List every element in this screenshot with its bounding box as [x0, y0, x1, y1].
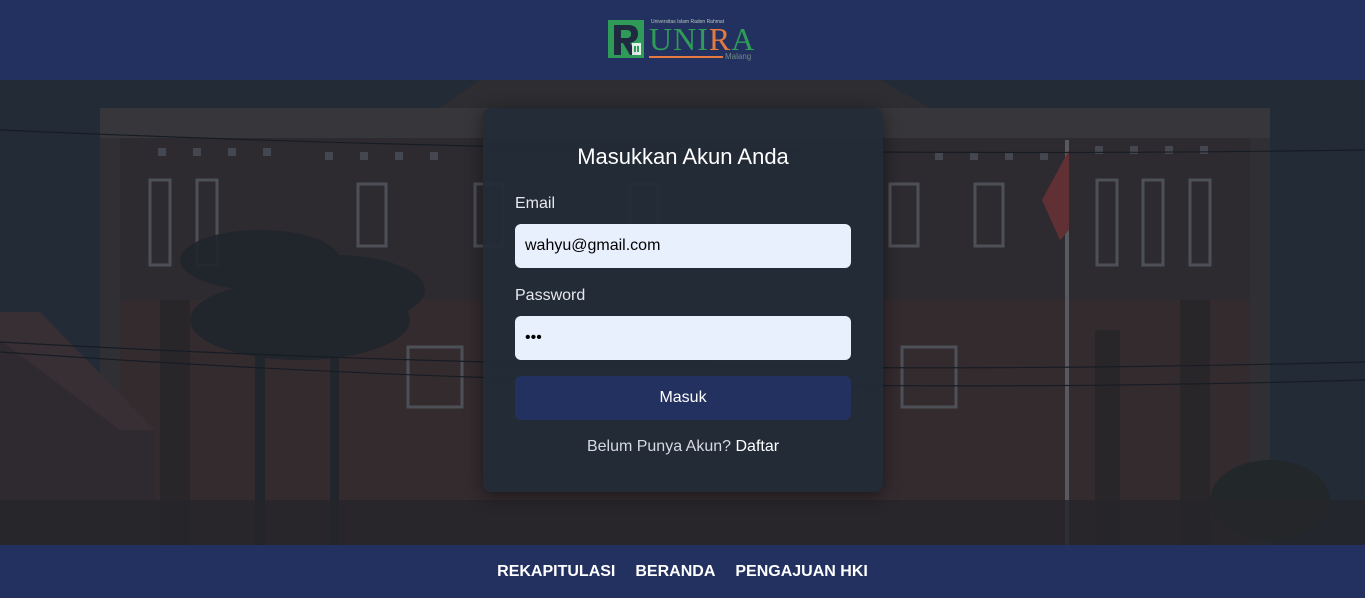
logo-mark-icon: [608, 20, 644, 58]
nav-item-pengajuan-hki[interactable]: PENGAJUAN HKI: [735, 563, 867, 581]
bottom-nav: REKAPITULASI BERANDA PENGAJUAN HKI: [0, 563, 1365, 581]
top-header: Universitas Islam Raden Rahmat UNIRA Mal…: [0, 0, 1365, 80]
logo-underline: [649, 56, 723, 58]
login-card: Masukkan Akun Anda Email Password Masuk …: [483, 108, 883, 492]
password-label: Password: [515, 287, 586, 304]
email-label: Email: [515, 195, 556, 212]
login-submit-button[interactable]: Masuk: [515, 376, 851, 420]
nav-item-beranda[interactable]: BERANDA: [635, 563, 715, 581]
password-field[interactable]: [515, 316, 851, 360]
register-prompt-line: Belum Punya Akun? Daftar: [483, 438, 883, 456]
nav-item-rekapitulasi[interactable]: REKAPITULASI: [497, 563, 615, 581]
login-title: Masukkan Akun Anda: [577, 144, 789, 169]
logo-city: Malang: [725, 52, 752, 61]
bottom-nav-bar: REKAPITULASI BERANDA PENGAJUAN HKI: [0, 545, 1365, 598]
register-prompt-text: Belum Punya Akun?: [586, 438, 732, 455]
email-field[interactable]: [515, 224, 851, 268]
register-link[interactable]: Daftar: [735, 438, 779, 455]
unira-logo[interactable]: Universitas Islam Raden Rahmat UNIRA Mal…: [607, 18, 759, 62]
logo-word-part1: UNI: [649, 21, 709, 57]
